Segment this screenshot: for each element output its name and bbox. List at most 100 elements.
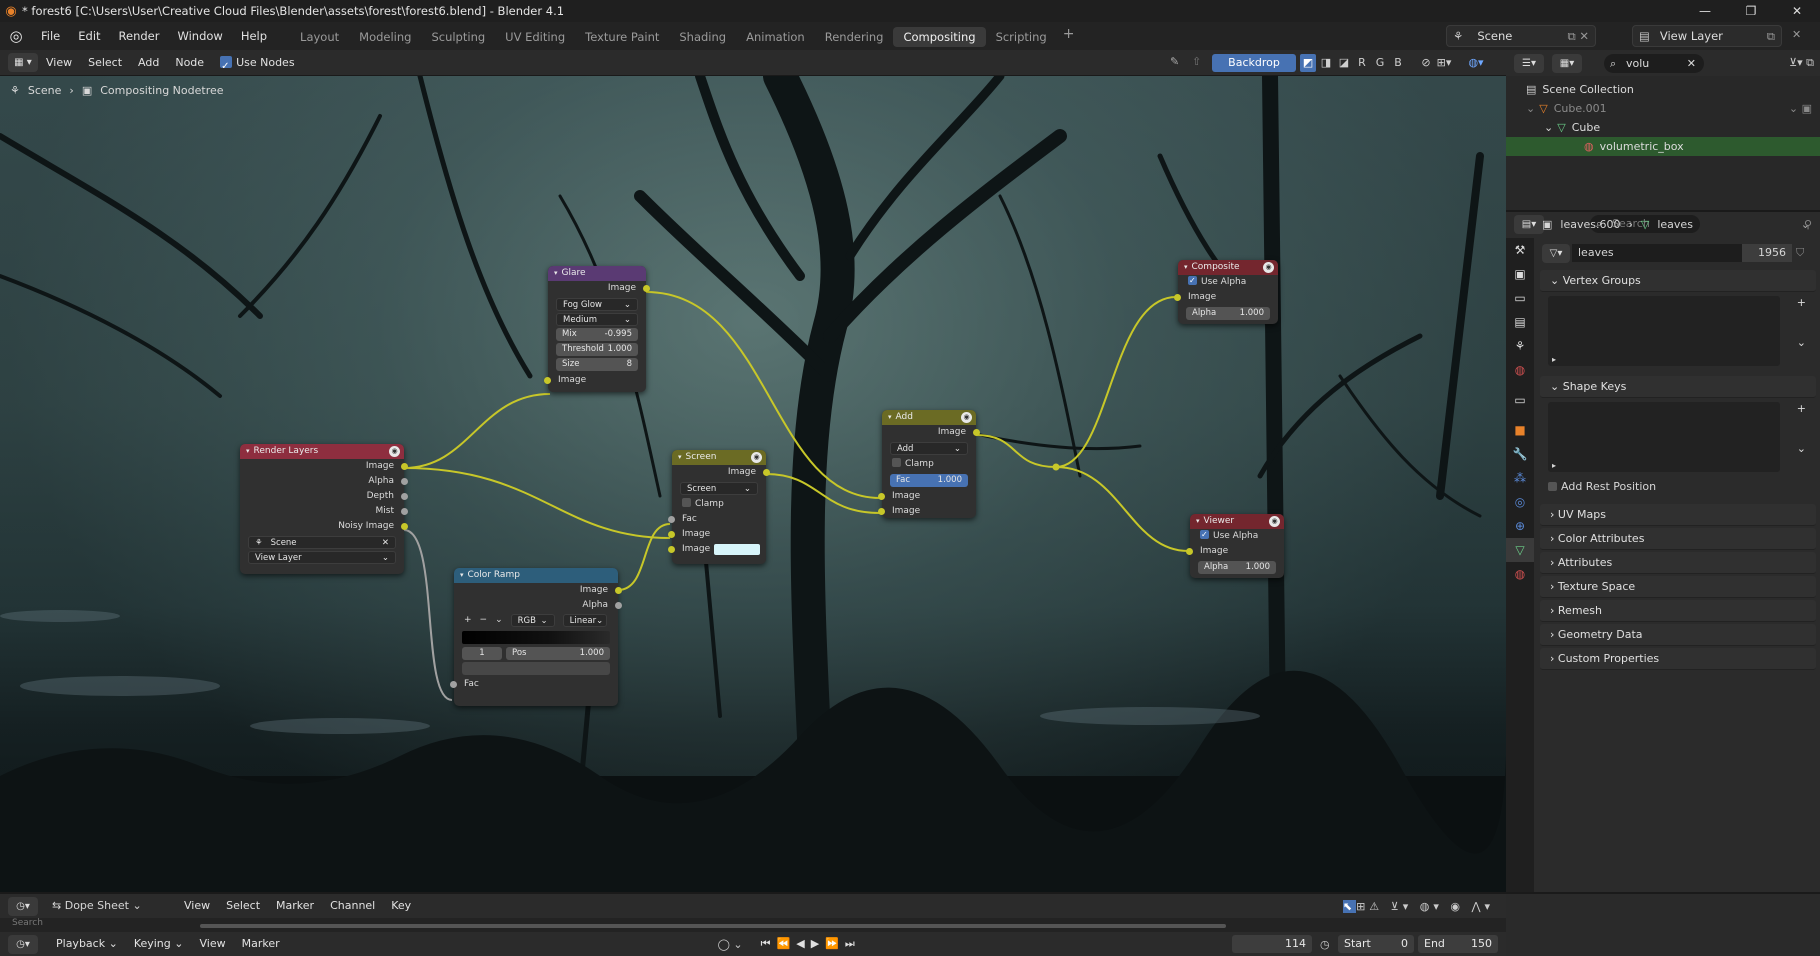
vertex-groups-list[interactable]: + ⌄ ▸ [1548,296,1806,366]
snap-settings-icon[interactable]: ⊞▾ [1436,54,1452,72]
chevron-down-icon[interactable]: ⌄ [1797,336,1806,349]
add-rest-position-row[interactable]: Add Rest Position [1536,476,1820,498]
add-clamp-checkbox[interactable] [892,458,901,467]
tab-texture-paint[interactable]: Texture Paint [575,27,669,47]
blender-menu-icon[interactable]: ◎ [0,27,32,45]
pin-icon[interactable]: ⧉ ✕ [1567,29,1589,44]
cr-interp-dropdown[interactable]: Linear ⌄ [562,614,607,627]
menu-help[interactable]: Help [232,22,276,50]
expand-icon[interactable]: ▸ [1552,461,1556,470]
tab-compositing[interactable]: Compositing [893,26,986,47]
add-node[interactable]: ▾ Add ◉ Image Add ⌄ Clamp Fac 1.000 Image Im… [878,410,980,518]
dope-sheet-mode-dropdown[interactable]: ⇆ Dope Sheet ⌄ [46,897,156,915]
rl-image-socket[interactable] [401,463,408,470]
play-reverse-icon[interactable]: ◀ [796,937,810,950]
tab-animation[interactable]: Animation [736,27,815,47]
data-icon[interactable]: ▽ [1506,538,1534,562]
output-icon[interactable]: ▭ [1506,286,1534,310]
tool-icon[interactable]: ⚒ [1506,238,1534,262]
composite-alpha-field[interactable]: Alpha 1.000 [1186,307,1270,320]
screen-image1-socket[interactable] [668,531,675,538]
attributes-panel[interactable]: › Attributes [1540,552,1816,574]
menu-render[interactable]: Render [110,22,169,50]
minimize-button[interactable]: — [1682,0,1728,22]
rl-layer-selector[interactable]: View Layer ⌄ [248,551,396,564]
tl-menu-view[interactable]: View [176,893,218,919]
fake-user-icon[interactable]: ⛉ [1796,246,1804,260]
screen-color-swatch[interactable] [714,544,760,555]
timeline-type-selector[interactable]: ◷▾ [8,934,38,954]
chevron-down-icon[interactable]: ⌄ [1526,102,1535,115]
jump-end-icon[interactable]: ⏭ [845,937,861,950]
glare-node[interactable]: ▾ Glare Image Fog Glow ⌄ Medium ⌄ Mix -0.995… [544,266,650,392]
glare-quality-dropdown[interactable]: Medium ⌄ [556,313,638,326]
dope-sheet-type-selector[interactable]: ◷▾ [8,896,38,916]
shape-keys-panel[interactable]: ⌄ Shape Keys [1540,376,1816,398]
rl-alpha-socket[interactable] [401,478,408,485]
playback-controls[interactable]: ⏮⏪◀▶⏩⏭ [761,937,861,951]
display-mode-selector[interactable]: ▦▾ [1552,53,1582,73]
cr-stop-color[interactable] [462,662,610,675]
maximize-button[interactable]: ❐ [1728,0,1774,22]
menu-file[interactable]: File [32,22,69,50]
node-editor-canvas[interactable]: ⚘ Scene › ▣ Compositing Nodetree ▾ Glare … [0,76,1506,892]
add-workspace-icon[interactable]: + [1057,26,1081,47]
add-fac-field[interactable]: Fac 1.000 [890,474,968,487]
vertex-groups-panel[interactable]: ⌄ Vertex Groups [1540,270,1816,292]
outliner-type-selector[interactable]: ☰▾ [1514,53,1544,73]
breadcrumb-nodetree[interactable]: Compositing Nodetree [100,84,223,97]
rl-depth-socket[interactable] [401,493,408,500]
play-icon[interactable]: ▶ [811,937,825,950]
add-stop-icon[interactable]: + [464,613,472,628]
remove-stop-icon[interactable]: − [480,613,488,628]
object-icon[interactable]: ■ [1506,418,1534,442]
add-image2-socket[interactable] [878,508,885,515]
color-attributes-panel[interactable]: › Color Attributes [1540,528,1816,550]
screen-image2-socket[interactable] [668,546,675,553]
viewer-image-socket[interactable] [1186,548,1193,555]
use-nodes-toggle[interactable]: Use Nodes [212,50,303,80]
viewer-node[interactable]: ▾Viewer◉ Use Alpha Image Alpha1.000 [1186,514,1284,578]
preview-icon[interactable]: ◉ [751,452,762,463]
tab-sculpting[interactable]: Sculpting [421,27,495,47]
glare-input-socket[interactable] [544,377,551,384]
playback-menu[interactable]: Playback ⌄ [48,931,126,956]
timeline-scrollbar[interactable] [200,924,1226,928]
add-clamp[interactable]: Clamp [882,457,976,472]
view-layer-selector[interactable]: ▤ View Layer ⧉ [1632,25,1782,47]
tab-uv-editing[interactable]: UV Editing [495,27,575,47]
render-icon[interactable]: ◉ [1263,262,1274,273]
outliner-row-scene-collection[interactable]: ▤ Scene Collection [1506,80,1820,99]
tl-search-placeholder[interactable]: Search [12,918,43,928]
dope-sheet-tools-icon[interactable]: ⬉⊞⚠ ⊻▾ ◍▾ ◉ ⋀▾ [1342,899,1494,913]
tl-menu-key[interactable]: Key [383,893,419,919]
custom-properties-panel[interactable]: › Custom Properties [1540,648,1816,670]
add-image1-socket[interactable] [878,493,885,500]
particles-icon[interactable]: ⁂ [1506,466,1534,490]
cr-alpha-socket[interactable] [615,602,622,609]
viewer-use-alpha[interactable]: Use Alpha [1190,527,1284,544]
close-button[interactable]: ✕ [1774,0,1820,22]
channel-g-button[interactable]: G [1372,54,1388,72]
tab-shading[interactable]: Shading [669,27,736,47]
overlay-icon[interactable]: ◍▾ [1468,54,1484,72]
outliner-search-input[interactable]: ⌕ volu ✕ [1604,53,1704,73]
next-key-icon[interactable]: ⏩ [825,937,845,950]
cr-pos-field[interactable]: Pos 1.000 [506,647,610,660]
rl-mist-socket[interactable] [401,508,408,515]
close-view-layer-icon[interactable]: ✕ [1792,28,1801,41]
add-output-socket[interactable] [973,429,980,436]
geometry-data-panel[interactable]: › Geometry Data [1540,624,1816,646]
snap-icon[interactable]: ⊘ [1418,54,1434,72]
screen-header[interactable]: ▾ Screen ◉ [672,450,766,465]
channel-b-button[interactable]: B [1390,54,1406,72]
collection-icon[interactable]: ▭ [1506,388,1534,412]
add-icon[interactable]: + [1797,402,1806,415]
constraints-icon[interactable]: ⊕ [1506,514,1534,538]
menu-add[interactable]: Add [130,50,167,76]
filter-icon[interactable]: ⊻▾ ⧉ [1789,56,1814,70]
outliner-row-cube001[interactable]: ⌄ ▽ Cube.001 ⌄ ▣ [1506,99,1820,118]
remesh-panel[interactable]: › Remesh [1540,600,1816,622]
render-layers-node[interactable]: ▾ Render Layers ◉ Image Alpha Depth Mist N… [240,444,408,574]
glare-mix-field[interactable]: Mix -0.995 [556,328,638,341]
